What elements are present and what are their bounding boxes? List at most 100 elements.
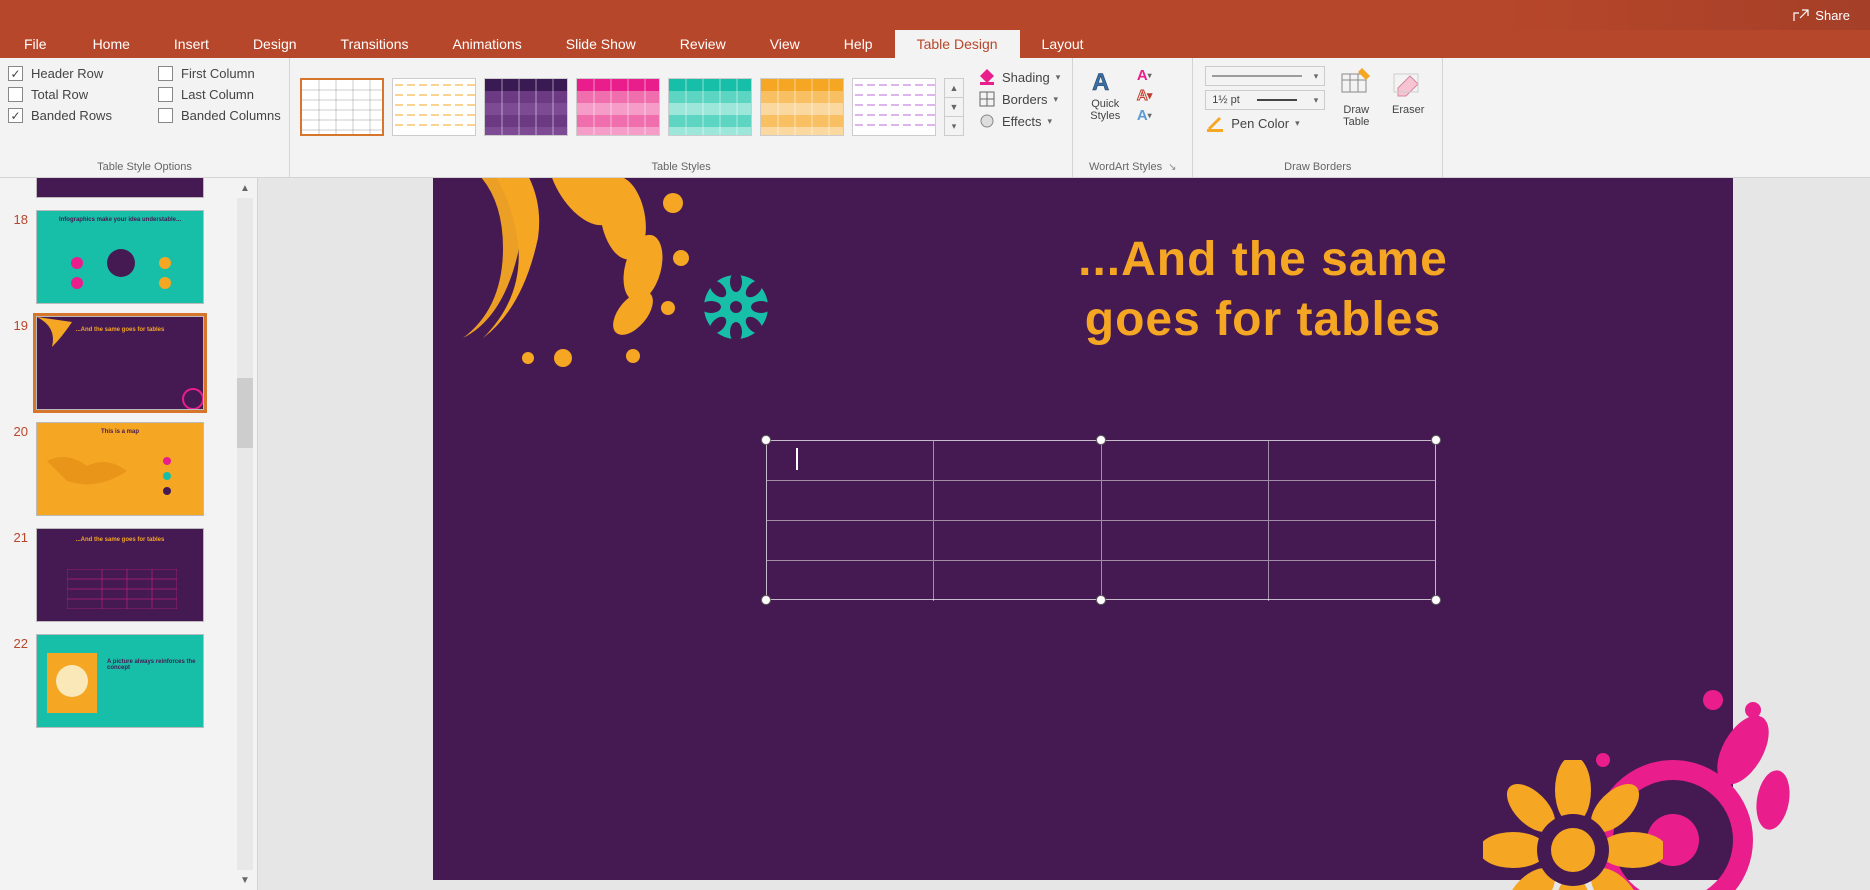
table-cell[interactable] <box>767 561 934 601</box>
chk-last-column[interactable]: Last Column <box>158 87 254 102</box>
table-cell[interactable] <box>1269 561 1435 601</box>
resize-handle[interactable] <box>761 595 771 605</box>
checkbox-icon <box>158 108 173 123</box>
table-cell[interactable] <box>767 481 934 520</box>
table-cell[interactable] <box>1102 481 1269 520</box>
dropdown-icon: ▾ <box>1295 118 1300 129</box>
scroll-more-icon[interactable]: ▾ <box>945 117 963 135</box>
scroll-up-icon[interactable]: ▲ <box>945 79 963 98</box>
tab-review[interactable]: Review <box>658 30 748 58</box>
tab-animations[interactable]: Animations <box>430 30 543 58</box>
text-effects-button[interactable]: A▾ <box>1131 106 1157 124</box>
chk-first-column[interactable]: First Column <box>158 66 255 81</box>
table-cell[interactable] <box>934 441 1101 480</box>
group-table-style-options: Header Row First Column Total Row Last C… <box>0 58 290 177</box>
dropdown-icon: ▾ <box>1048 116 1053 127</box>
slide-thumb-20[interactable]: 20 This is a map <box>0 416 234 522</box>
tab-slideshow[interactable]: Slide Show <box>544 30 658 58</box>
group-label: Table Style Options <box>8 159 281 175</box>
slide-thumb-19[interactable]: 19 ...And the same goes for tables <box>0 310 234 416</box>
chk-banded-rows[interactable]: Banded Rows <box>8 108 138 123</box>
table-style-4[interactable] <box>576 78 660 136</box>
checkbox-icon <box>8 108 23 123</box>
svg-text:A: A <box>1092 69 1109 96</box>
tab-design[interactable]: Design <box>231 30 319 58</box>
slide-canvas[interactable]: ...And the same goes for tables <box>433 178 1733 880</box>
decoration-swirl <box>373 178 753 388</box>
table-cell[interactable] <box>767 521 934 560</box>
text-outline-button[interactable]: A▾ <box>1131 86 1157 104</box>
slide-thumb-18[interactable]: 18 Infographics make your idea understab… <box>0 204 234 310</box>
group-draw-borders: ▾ 1½ pt ▾ Pen Color ▾ Draw Table <box>1193 58 1443 177</box>
chk-header-row[interactable]: Header Row <box>8 66 138 81</box>
resize-handle[interactable] <box>1096 595 1106 605</box>
quick-styles-button[interactable]: A Quick Styles <box>1085 66 1125 122</box>
chk-banded-columns[interactable]: Banded Columns <box>158 108 281 123</box>
tab-transitions[interactable]: Transitions <box>319 30 431 58</box>
resize-handle[interactable] <box>761 435 771 445</box>
text-fill-button[interactable]: A▾ <box>1131 66 1157 84</box>
pen-color-button[interactable]: Pen Color ▾ <box>1205 114 1325 132</box>
pen-style-select[interactable]: ▾ <box>1205 66 1325 86</box>
table-cell[interactable] <box>767 441 934 480</box>
workspace: 18 Infographics make your idea understab… <box>0 178 1870 890</box>
borders-icon <box>978 90 996 108</box>
decoration-flower-orange <box>1483 760 1663 890</box>
shading-button[interactable]: Shading ▾ <box>978 68 1060 86</box>
table-style-2[interactable] <box>392 78 476 136</box>
resize-handle[interactable] <box>1096 435 1106 445</box>
checkbox-icon <box>158 87 173 102</box>
dialog-launcher-icon[interactable]: ↘ <box>1168 162 1176 173</box>
tab-insert[interactable]: Insert <box>152 30 231 58</box>
title-bar: Share <box>0 0 1870 30</box>
group-table-styles: ▲ ▼ ▾ Shading ▾ Borders ▾ Eff <box>290 58 1073 177</box>
draw-table-button[interactable]: Draw Table <box>1335 66 1377 136</box>
checkbox-icon <box>8 87 23 102</box>
resize-handle[interactable] <box>1431 435 1441 445</box>
share-icon <box>1793 7 1809 23</box>
slide-thumb-17[interactable] <box>0 178 234 204</box>
table-cell[interactable] <box>1269 521 1435 560</box>
tab-view[interactable]: View <box>748 30 822 58</box>
tab-help[interactable]: Help <box>822 30 895 58</box>
pen-weight-select[interactable]: 1½ pt ▾ <box>1205 90 1325 110</box>
borders-button[interactable]: Borders ▾ <box>978 90 1060 108</box>
table-cell[interactable] <box>1102 441 1269 480</box>
table-cell[interactable] <box>934 521 1101 560</box>
slide-thumb-22[interactable]: 22 A picture always reinforces the conce… <box>0 628 234 734</box>
table-style-7[interactable] <box>852 78 936 136</box>
scroll-track[interactable] <box>237 198 253 870</box>
pen-color-icon <box>1205 114 1225 132</box>
slide-title[interactable]: ...And the same goes for tables <box>863 230 1663 350</box>
tab-layout[interactable]: Layout <box>1020 30 1106 58</box>
scroll-down-button[interactable]: ▼ <box>237 872 253 888</box>
slide-thumb-21[interactable]: 21 ...And the same goes for tables <box>0 522 234 628</box>
table-grid[interactable] <box>766 440 1436 600</box>
table-cell[interactable] <box>1269 441 1435 480</box>
eraser-button[interactable]: Eraser <box>1387 66 1429 136</box>
table-style-1[interactable] <box>300 78 384 136</box>
table-cell[interactable] <box>1102 561 1269 601</box>
scroll-up-button[interactable]: ▲ <box>237 180 253 196</box>
group-label: Table Styles <box>298 159 1064 175</box>
slide-scrollbar: ▲ ▼ <box>233 178 257 890</box>
share-label: Share <box>1815 8 1850 23</box>
table-style-5[interactable] <box>668 78 752 136</box>
slide-table[interactable] <box>766 440 1436 600</box>
share-button[interactable]: Share <box>1793 7 1850 23</box>
table-cell[interactable] <box>1102 521 1269 560</box>
table-style-3[interactable] <box>484 78 568 136</box>
slide-list: 18 Infographics make your idea understab… <box>0 178 234 890</box>
tab-table-design[interactable]: Table Design <box>895 30 1020 58</box>
scroll-thumb[interactable] <box>237 378 253 448</box>
table-cell[interactable] <box>1269 481 1435 520</box>
table-cell[interactable] <box>934 481 1101 520</box>
effects-button[interactable]: Effects ▾ <box>978 112 1060 130</box>
resize-handle[interactable] <box>1431 595 1441 605</box>
table-cell[interactable] <box>934 561 1101 601</box>
scroll-down-icon[interactable]: ▼ <box>945 98 963 117</box>
table-style-6[interactable] <box>760 78 844 136</box>
tab-home[interactable]: Home <box>71 30 152 58</box>
tab-file[interactable]: File <box>0 30 71 58</box>
chk-total-row[interactable]: Total Row <box>8 87 138 102</box>
